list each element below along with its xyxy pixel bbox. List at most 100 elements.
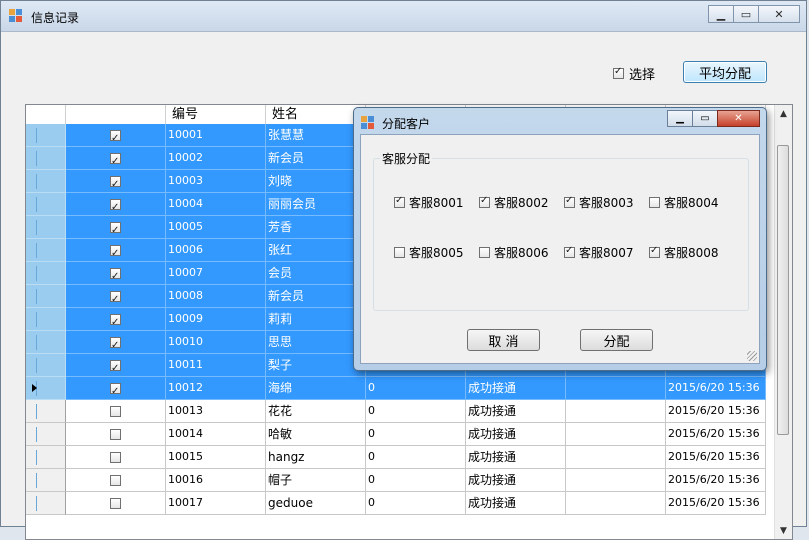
cell-id[interactable]: 10002 — [166, 147, 266, 170]
average-assign-button[interactable]: 平均分配 — [683, 61, 767, 83]
cell-name[interactable]: 刘晓 — [266, 170, 366, 193]
agent-checkbox[interactable]: 客服8007 — [564, 244, 634, 261]
cell-col-6[interactable] — [566, 492, 666, 515]
cell-id[interactable]: 10003 — [166, 170, 266, 193]
row-checkbox-cell[interactable] — [66, 354, 166, 377]
cell-status[interactable]: 成功接通 — [466, 377, 566, 400]
minimize-icon[interactable]: ▁ — [708, 5, 734, 23]
row-checkbox-cell[interactable] — [66, 377, 166, 400]
cell-id[interactable]: 10012 — [166, 377, 266, 400]
select-all-checkbox[interactable]: 选择 — [613, 64, 655, 83]
row-header[interactable] — [26, 331, 66, 354]
header-name[interactable]: 姓名 — [266, 105, 366, 124]
dialog-minimize-icon[interactable]: ▁ — [667, 110, 693, 127]
cell-name[interactable]: hangz — [266, 446, 366, 469]
row-header[interactable] — [26, 400, 66, 423]
cell-col-6[interactable] — [566, 446, 666, 469]
row-header[interactable] — [26, 354, 66, 377]
table-row[interactable]: 10012海绵0成功接通 2015/6/20 15:36 — [26, 377, 766, 400]
cell-id[interactable]: 10014 — [166, 423, 266, 446]
row-header[interactable] — [26, 308, 66, 331]
row-header[interactable] — [26, 147, 66, 170]
agent-checkbox[interactable]: 客服8006 — [479, 244, 549, 261]
scroll-up-icon[interactable]: ▲ — [775, 105, 792, 122]
row-checkbox-cell[interactable] — [66, 469, 166, 492]
cell-status[interactable]: 成功接通 — [466, 400, 566, 423]
row-checkbox[interactable] — [110, 289, 121, 307]
cell-time[interactable]: 2015/6/20 15:36 — [666, 469, 766, 492]
row-checkbox[interactable] — [110, 451, 121, 463]
row-checkbox[interactable] — [110, 428, 121, 440]
cell-name[interactable]: 张红 — [266, 239, 366, 262]
row-checkbox[interactable] — [110, 497, 121, 509]
cell-name[interactable]: 花花 — [266, 400, 366, 423]
cell-time[interactable]: 2015/6/20 15:36 — [666, 446, 766, 469]
row-header[interactable] — [26, 285, 66, 308]
cell-time[interactable]: 2015/6/20 15:36 — [666, 400, 766, 423]
row-checkbox[interactable] — [110, 220, 121, 238]
cell-col-6[interactable] — [566, 377, 666, 400]
agent-check-box[interactable] — [394, 247, 405, 258]
agent-checkbox[interactable]: 客服8008 — [649, 244, 719, 261]
cell-id[interactable]: 10008 — [166, 285, 266, 308]
cell-name[interactable]: 新会员 — [266, 285, 366, 308]
agent-checkbox[interactable]: 客服8001 — [394, 194, 464, 211]
agent-checkbox[interactable]: 客服8005 — [394, 244, 464, 261]
cell-status[interactable]: 成功接通 — [466, 423, 566, 446]
agent-check-box[interactable] — [649, 245, 660, 258]
assign-button[interactable]: 分配 — [580, 329, 653, 351]
row-checkbox-cell[interactable] — [66, 331, 166, 354]
row-checkbox[interactable] — [110, 335, 121, 353]
vertical-scrollbar[interactable]: ▲ ▼ — [774, 105, 792, 539]
cell-time[interactable]: 2015/6/20 15:36 — [666, 492, 766, 515]
cell-name[interactable]: geduoe — [266, 492, 366, 515]
agent-checkbox[interactable]: 客服8003 — [564, 194, 634, 211]
table-row[interactable]: 10013 花花 0 成功接通 2015/6/20 15:36 — [26, 400, 766, 423]
cell-col-4[interactable]: 0 — [366, 492, 466, 515]
agent-check-box[interactable] — [479, 195, 490, 208]
row-checkbox[interactable] — [110, 174, 121, 192]
cell-name[interactable]: 张慧慧 — [266, 124, 366, 147]
cell-time[interactable]: 2015/6/20 15:36 — [666, 377, 766, 400]
cell-name[interactable]: 梨子 — [266, 354, 366, 377]
row-header[interactable] — [26, 193, 66, 216]
agent-checkbox[interactable]: 客服8004 — [649, 194, 719, 211]
row-header[interactable] — [26, 492, 66, 515]
title-bar[interactable]: 信息记录 ▁ ▭ ✕ — [1, 1, 806, 32]
cell-id[interactable]: 10016 — [166, 469, 266, 492]
agent-check-box[interactable] — [564, 195, 575, 208]
dialog-close-icon[interactable]: ✕ — [717, 110, 760, 127]
row-checkbox-cell[interactable] — [66, 147, 166, 170]
table-row[interactable]: 10014 哈敏 0 成功接通 2015/6/20 15:36 — [26, 423, 766, 446]
row-checkbox[interactable] — [110, 243, 121, 261]
cell-id[interactable]: 10006 — [166, 239, 266, 262]
cell-status[interactable]: 成功接通 — [466, 492, 566, 515]
cell-name[interactable]: 丽丽会员 — [266, 193, 366, 216]
cell-time[interactable]: 2015/6/20 15:36 — [666, 423, 766, 446]
row-header[interactable] — [26, 262, 66, 285]
cell-name[interactable]: 海绵 — [266, 377, 366, 400]
row-checkbox[interactable] — [110, 197, 121, 215]
row-header[interactable] — [26, 239, 66, 262]
row-header[interactable] — [26, 446, 66, 469]
row-checkbox[interactable] — [110, 151, 121, 169]
cell-col-6[interactable] — [566, 400, 666, 423]
cell-id[interactable]: 10015 — [166, 446, 266, 469]
dialog-maximize-icon[interactable]: ▭ — [692, 110, 718, 127]
cell-id[interactable]: 10007 — [166, 262, 266, 285]
cell-col-6[interactable] — [566, 423, 666, 446]
row-checkbox-cell[interactable] — [66, 124, 166, 147]
cell-id[interactable]: 10005 — [166, 216, 266, 239]
row-checkbox[interactable] — [110, 381, 121, 399]
row-checkbox[interactable] — [110, 312, 121, 330]
table-row[interactable]: 10017 geduoe 0 成功接通 2015/6/20 15:36 — [26, 492, 766, 515]
cell-name[interactable]: 新会员 — [266, 147, 366, 170]
agent-check-box[interactable] — [394, 195, 405, 208]
row-checkbox-cell[interactable] — [66, 400, 166, 423]
cell-id[interactable]: 10017 — [166, 492, 266, 515]
resize-grip-icon[interactable] — [747, 351, 757, 361]
header-id[interactable]: 编号 — [166, 105, 266, 124]
row-checkbox-cell[interactable] — [66, 446, 166, 469]
row-header[interactable] — [26, 377, 66, 400]
cell-status[interactable]: 成功接通 — [466, 469, 566, 492]
